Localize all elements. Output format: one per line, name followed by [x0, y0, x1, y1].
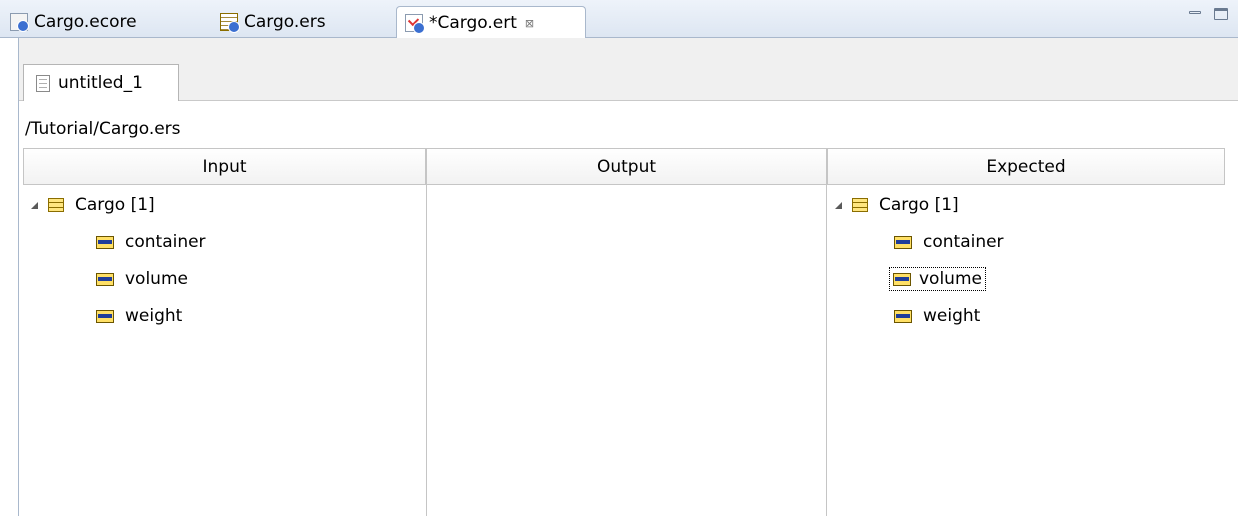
tree-node-label: volume — [125, 269, 188, 289]
eclass-icon — [48, 198, 64, 212]
path-label: /Tutorial/Cargo.ers — [25, 119, 181, 139]
minimize-icon[interactable] — [1188, 8, 1202, 20]
eclass-icon — [852, 198, 868, 212]
tree-node-container[interactable]: container — [96, 228, 209, 256]
tree-node-volume[interactable]: volume — [889, 265, 986, 293]
ers-file-icon — [220, 13, 240, 33]
attribute-icon — [96, 272, 114, 286]
tab-untitled-1[interactable]: untitled_1 — [23, 64, 179, 101]
editor-tab-bar: Cargo.ecore Cargo.ers *Cargo.ert ⊠ — [0, 0, 1238, 39]
tree-node-label: container — [125, 232, 206, 252]
output-column-header[interactable]: Output — [426, 148, 827, 185]
input-tree: Cargo [1] container volume weight — [23, 185, 426, 516]
output-column: Output — [426, 148, 827, 516]
tree-node-weight[interactable]: weight — [894, 302, 983, 330]
expected-column: Expected Cargo [1] container volume weig… — [827, 148, 1225, 516]
attribute-icon — [894, 235, 912, 249]
tab-cargo-ert[interactable]: *Cargo.ert ⊠ — [396, 6, 586, 39]
maximize-icon[interactable] — [1214, 8, 1228, 20]
ecore-file-icon — [10, 13, 29, 32]
tree-node-cargo[interactable]: Cargo [1] — [835, 191, 962, 219]
tab-cargo-ecore[interactable]: Cargo.ecore — [2, 6, 137, 38]
tree-node-label: weight — [923, 306, 981, 326]
attribute-icon — [96, 309, 114, 323]
tree-node-label: weight — [125, 306, 183, 326]
tab-label: Cargo.ecore — [34, 12, 137, 32]
input-column-header[interactable]: Input — [23, 148, 426, 185]
close-icon[interactable]: ⊠ — [525, 17, 534, 30]
tab-cargo-ers[interactable]: Cargo.ers — [212, 6, 326, 38]
attribute-icon — [96, 235, 114, 249]
attribute-icon — [894, 309, 912, 323]
input-column: Input Cargo [1] container volume weight — [23, 148, 426, 516]
tree-node-label: volume — [919, 269, 982, 289]
tree-node-volume[interactable]: volume — [96, 265, 191, 293]
tree-node-label: Cargo [1] — [75, 195, 155, 215]
editor-body: untitled_1 /Tutorial/Cargo.ers Input Car… — [18, 38, 1238, 516]
tab-label: *Cargo.ert — [429, 13, 517, 33]
subtab-label: untitled_1 — [58, 73, 143, 93]
window-controls — [1188, 8, 1228, 20]
output-tree — [426, 185, 827, 516]
expand-triangle-icon[interactable] — [835, 201, 842, 209]
tree-node-label: Cargo [1] — [879, 195, 959, 215]
expected-tree: Cargo [1] container volume weight — [827, 185, 1225, 516]
expected-column-header[interactable]: Expected — [827, 148, 1225, 185]
ert-file-icon — [405, 14, 425, 34]
focused-tree-item: volume — [889, 267, 986, 291]
tree-node-container[interactable]: container — [894, 228, 1007, 256]
tree-node-cargo[interactable]: Cargo [1] — [31, 191, 158, 219]
attribute-icon — [893, 272, 911, 286]
tab-label: Cargo.ers — [244, 12, 326, 32]
expand-triangle-icon[interactable] — [31, 201, 38, 209]
document-icon — [36, 74, 50, 92]
tree-node-weight[interactable]: weight — [96, 302, 185, 330]
subtab-strip — [19, 38, 1238, 101]
tree-node-label: container — [923, 232, 1004, 252]
